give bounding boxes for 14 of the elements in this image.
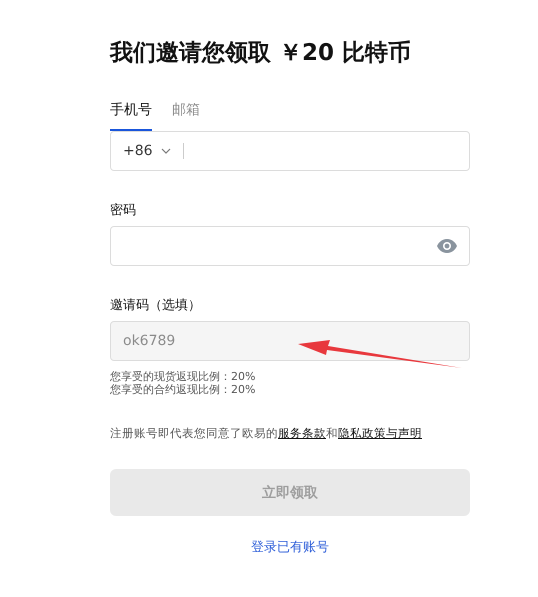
country-code[interactable]: +86 [123,143,153,159]
privacy-link[interactable]: 隐私政策与声明 [338,426,422,440]
chevron-down-icon[interactable] [160,148,171,154]
field-label: 邀请码（选填） [110,297,202,314]
rebate-text: 您享受的现货返现比例：20% [110,370,256,383]
phone-field[interactable]: +86 [110,131,470,171]
password-field[interactable] [110,226,470,266]
terms-link[interactable]: 服务条款 [278,426,326,440]
field-label: 密码 [110,202,137,219]
rebate-text: 您享受的合约返现比例：20% [110,383,256,396]
login-link[interactable]: 登录已有账号 [251,538,329,556]
eye-icon[interactable] [437,239,457,253]
page-title: 我们邀请您领取 ￥20 比特币 [110,39,412,68]
agreement-text: 注册账号即代表您同意了欧易的服务条款和隐私政策与声明 [110,426,423,441]
